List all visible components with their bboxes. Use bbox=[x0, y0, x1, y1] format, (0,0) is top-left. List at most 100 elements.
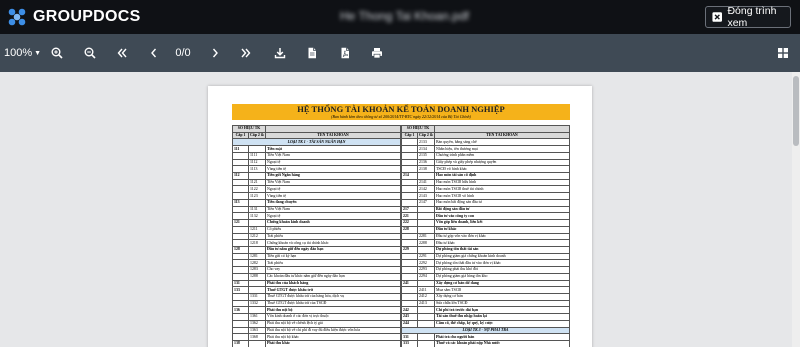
account-name: Hao mòn TSCĐ vô hình bbox=[434, 192, 570, 200]
table-row: 2281 Đầu tư góp vốn vào đơn vị khác bbox=[401, 232, 570, 241]
account-code-level-1: 136 bbox=[232, 306, 249, 315]
account-name: Đầu tư khác bbox=[434, 225, 570, 234]
account-code-level-2: 2291 bbox=[416, 252, 436, 261]
account-name: Xây dựng cơ bản dở dang bbox=[434, 279, 570, 288]
table-header-row: Cấp 1 Cấp 2 & 3 TÊN TÀI KHOẢN bbox=[401, 131, 570, 140]
table-row: 1123 Vàng tiền tệ bbox=[232, 192, 401, 200]
account-code-level-2: 2141 bbox=[416, 178, 436, 187]
zoom-in-button[interactable] bbox=[50, 34, 64, 72]
account-code-level-2 bbox=[416, 333, 436, 341]
close-viewer-button[interactable]: Đóng trình xem bbox=[705, 5, 791, 29]
print-icon bbox=[372, 48, 382, 59]
account-code-level-2 bbox=[247, 306, 267, 315]
account-name: Trái phiếu bbox=[265, 232, 401, 241]
last-page-button[interactable] bbox=[239, 34, 253, 72]
table-row: 2412 Xây dựng cơ bản bbox=[401, 292, 570, 301]
account-name: Thuế GTGT được khấu trừ của hàng hóa, dị… bbox=[265, 292, 401, 301]
account-name: Sửa chữa lớn TSCĐ bbox=[434, 299, 570, 308]
download-pdf-button[interactable] bbox=[338, 34, 352, 72]
account-code-level-1 bbox=[401, 286, 418, 294]
account-name: TSCĐ vô hình khác bbox=[434, 165, 570, 174]
first-page-button[interactable] bbox=[115, 34, 129, 72]
account-code-level-1 bbox=[232, 185, 249, 194]
thumbnails-button[interactable] bbox=[776, 34, 790, 72]
account-code-level-1 bbox=[232, 272, 249, 281]
brand-name: GROUPDOCS bbox=[33, 8, 141, 25]
account-code-level-1 bbox=[232, 313, 249, 321]
zoom-select[interactable]: 100% ▼ bbox=[4, 34, 41, 72]
account-code-level-2: 1332 bbox=[247, 299, 267, 308]
thumbnails-icon bbox=[778, 48, 788, 58]
table-row: 221 Đầu tư vào công ty con bbox=[401, 212, 570, 221]
account-code-level-1: 331 bbox=[401, 333, 418, 341]
account-code-level-1 bbox=[232, 225, 249, 234]
account-code-level-1: 242 bbox=[401, 306, 418, 315]
table-row: 242 Chi phí trả trước dài hạn bbox=[401, 306, 570, 315]
account-code-level-1: 131 bbox=[232, 279, 249, 288]
next-page-button[interactable] bbox=[208, 34, 222, 72]
account-code-level-2 bbox=[416, 219, 436, 227]
account-code-level-1: 243 bbox=[401, 313, 418, 321]
table-row: 113 Tiền đang chuyển bbox=[232, 198, 401, 207]
next-page-icon bbox=[212, 48, 218, 58]
account-name: Hao mòn TSCĐ thuê tài chính bbox=[434, 185, 570, 194]
account-code-level-1: 214 bbox=[401, 172, 418, 180]
account-name: Tiền gửi Ngân hàng bbox=[265, 172, 401, 180]
vertical-scrollbar[interactable] bbox=[792, 72, 800, 347]
document-viewer[interactable]: HỆ THỐNG TÀI KHOẢN KẾ TOÁN DOANH NGHIỆP … bbox=[0, 72, 800, 347]
account-name-header: TÊN TÀI KHOẢN bbox=[434, 131, 570, 140]
account-code-level-2 bbox=[247, 340, 267, 347]
account-code-level-1 bbox=[232, 259, 249, 268]
table-row: 243 Tài sản thuế thu nhập hoãn lại bbox=[401, 313, 570, 321]
account-name: Cổ phiếu bbox=[265, 225, 401, 234]
table-row: 229 Dự phòng tổn thất tài sản bbox=[401, 245, 570, 254]
account-code-level-2 bbox=[416, 319, 436, 328]
table-row: 2294 Dự phòng giảm giá hàng tồn kho bbox=[401, 272, 570, 281]
account-code-level-2 bbox=[416, 306, 436, 315]
account-name: Trái phiếu bbox=[265, 259, 401, 268]
previous-page-button[interactable] bbox=[147, 34, 161, 72]
account-name: Hao mòn TSCĐ hữu hình bbox=[434, 178, 570, 187]
account-code-level-1: 112 bbox=[232, 172, 249, 180]
account-code-level-1 bbox=[401, 185, 418, 194]
previous-page-icon bbox=[151, 48, 157, 58]
zoom-in-icon bbox=[51, 47, 63, 59]
account-code-level-2: 2411 bbox=[416, 286, 436, 294]
account-code-level-2: 2138 bbox=[416, 165, 436, 174]
account-code-level-1 bbox=[401, 239, 418, 247]
accounts-table-right: SỐ HIỆU TK Cấp 1 Cấp 2 & 3 TÊN TÀI KHOẢN 213… bbox=[400, 125, 570, 347]
account-number-header: SỐ HIỆU TK bbox=[231, 125, 267, 133]
account-code-level-1 bbox=[232, 299, 249, 308]
table-row: 333 Thuế và các khoản phải nộp Nhà nước bbox=[401, 340, 570, 347]
download-original-button[interactable] bbox=[305, 34, 319, 72]
download-button[interactable] bbox=[273, 34, 287, 72]
account-name: Bất động sản đầu tư bbox=[434, 205, 570, 214]
account-name: Ngoại tệ bbox=[265, 158, 401, 167]
table-row: 1288 Các khoản đầu tư khác nắm giữ đến ng… bbox=[232, 272, 401, 281]
table-row: 1281 Tiền gửi có kỳ hạn bbox=[232, 252, 401, 261]
account-code-level-1: 228 bbox=[401, 225, 418, 234]
account-name: Tài sản thuế thu nhập hoãn lại bbox=[434, 313, 570, 321]
account-code-level-1: 113 bbox=[232, 198, 249, 207]
account-name: Phải thu khác bbox=[265, 340, 401, 347]
account-name-header: TÊN TÀI KHOẢN bbox=[265, 131, 401, 140]
account-code-level-2 bbox=[416, 225, 436, 234]
print-button[interactable] bbox=[370, 34, 384, 72]
account-code-level-1 bbox=[232, 205, 249, 214]
zoom-out-button[interactable] bbox=[83, 34, 97, 72]
section-title: LOẠI TK 1 - TÀI SẢN NGẮN HẠN bbox=[232, 138, 401, 147]
table-row: 2292 Dự phòng tổn thất đầu tư vào đơn vị … bbox=[401, 259, 570, 268]
account-number-header: SỐ HIỆU TK bbox=[400, 125, 436, 133]
account-code-level-1 bbox=[232, 333, 249, 341]
account-code-level-1 bbox=[232, 266, 249, 274]
account-name: Đầu tư góp vốn vào đơn vị khác bbox=[434, 232, 570, 241]
account-code-level-1 bbox=[401, 138, 418, 147]
account-code-level-2: 2147 bbox=[416, 198, 436, 207]
account-code-level-1: 333 bbox=[401, 340, 418, 347]
scrollbar-thumb[interactable] bbox=[793, 76, 799, 146]
account-code-level-1 bbox=[232, 232, 249, 241]
table-row: 2136 Giấy phép và giấy phép nhượng quyền bbox=[401, 158, 570, 167]
account-name: Nhãn hiệu, tên thương mại bbox=[434, 145, 570, 153]
account-code-level-2: 2413 bbox=[416, 299, 436, 308]
table-row: 2138 TSCĐ vô hình khác bbox=[401, 165, 570, 174]
